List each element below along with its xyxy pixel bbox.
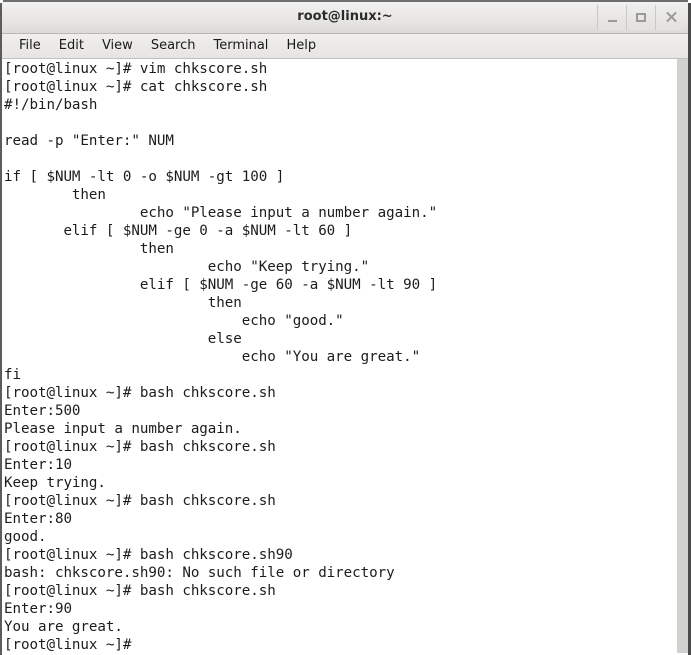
terminal-line: [root@linux ~]# bash chkscore.sh [4,385,276,401]
menu-item-view[interactable]: View [93,36,142,56]
menu-item-search[interactable]: Search [142,36,205,56]
terminal-line: then [4,295,242,311]
terminal-output-area[interactable]: [root@linux ~]# vim chkscore.sh [root@lin… [2,59,676,653]
terminal-line: [root@linux ~]# vim chkscore.sh [4,61,268,77]
menu-item-file[interactable]: File [10,36,50,56]
terminal-line: Enter:90 [4,601,72,617]
maximize-button[interactable] [626,5,655,30]
terminal-line: elif [ $NUM -ge 60 -a $NUM -lt 90 ] [4,277,438,293]
terminal-line: echo "good." [4,313,344,329]
minimize-button[interactable] [597,5,626,30]
scrollbar-thumb[interactable] [678,59,688,653]
terminal-line: [root@linux ~]# bash chkscore.sh [4,439,276,455]
terminal-line: echo "Please input a number again." [4,205,438,221]
terminal-line: Enter:10 [4,457,72,473]
terminal-text: [root@linux ~]# vim chkscore.sh [root@lin… [4,60,437,653]
menu-item-edit[interactable]: Edit [50,36,93,56]
maximize-icon [636,13,646,22]
terminal-line: echo "Keep trying." [4,259,370,275]
terminal-line: echo "You are great." [4,349,421,365]
terminal-line: good. [4,529,47,545]
terminal-line: #!/bin/bash [4,97,98,113]
terminal-window: root@linux:~ File Edit View Search Termi… [0,0,691,655]
terminal-line: [root@linux ~]# bash chkscore.sh [4,583,276,599]
terminal-line: if [ $NUM -lt 0 -o $NUM -gt 100 ] [4,169,285,185]
terminal-line: Enter:500 [4,403,81,419]
terminal-line: Keep trying. [4,475,106,491]
title-bar[interactable]: root@linux:~ [2,2,688,34]
terminal-line: [root@linux ~]# bash chkscore.sh90 [4,547,293,563]
terminal-line: Enter:80 [4,511,72,527]
terminal-line: [root@linux ~]# [4,637,132,653]
terminal-line: You are great. [4,619,123,635]
window-controls [597,5,684,30]
close-button[interactable] [655,5,684,30]
vertical-scrollbar[interactable] [676,59,688,653]
terminal-line: then [4,241,174,257]
close-icon [665,12,676,23]
terminal-line: then [4,187,106,203]
terminal-line: bash: chkscore.sh90: No such file or dir… [4,565,395,581]
terminal-line: fi [4,367,21,383]
terminal-line: else [4,331,242,347]
menu-item-help[interactable]: Help [277,36,325,56]
terminal-line: [root@linux ~]# bash chkscore.sh [4,493,276,509]
terminal-line: Please input a number again. [4,421,242,437]
menu-bar: File Edit View Search Terminal Help [2,34,688,59]
terminal-line: [root@linux ~]# cat chkscore.sh [4,79,268,95]
terminal-line: elif [ $NUM -ge 0 -a $NUM -lt 60 ] [4,223,353,239]
menu-item-terminal[interactable]: Terminal [204,36,277,56]
terminal-line: read -p "Enter:" NUM [4,133,174,149]
window-title: root@linux:~ [297,9,393,24]
minimize-icon [607,20,617,22]
